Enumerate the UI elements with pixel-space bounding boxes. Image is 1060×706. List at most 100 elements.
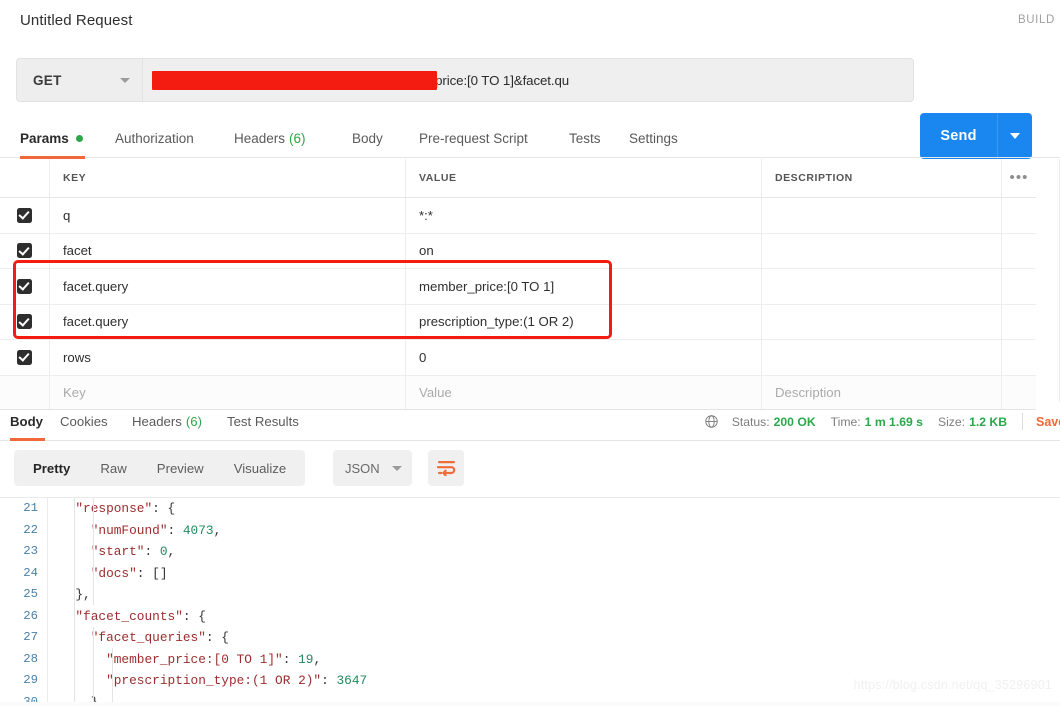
line-number: 26 <box>23 608 38 623</box>
status-label: Status: <box>731 414 770 429</box>
row-value-cell[interactable]: member_price:[0 TO 1] <box>406 269 762 304</box>
row-checkbox-cell[interactable] <box>0 304 50 339</box>
postman-window: Untitled Request BUILD GET n/search?q=*:… <box>0 0 1060 706</box>
tab-count: (6) <box>185 413 202 429</box>
code-token: : { <box>152 501 176 516</box>
word-wrap-icon <box>436 461 455 476</box>
row-checkbox-cell[interactable] <box>0 233 50 268</box>
table-row[interactable]: q *:* <box>0 198 1036 234</box>
response-meta: Status: 200 OK Time: 1 m 1.69 s Size: 1.… <box>704 413 1060 430</box>
tab-params[interactable]: Params <box>20 118 83 158</box>
view-mode-visualize[interactable]: Visualize <box>219 450 302 486</box>
size-label: Size: <box>937 414 966 429</box>
checkbox-checked-icon[interactable] <box>17 314 32 330</box>
view-mode-preview[interactable]: Preview <box>142 450 219 486</box>
row-value-cell[interactable]: 0 <box>406 340 762 375</box>
response-tabs-bar: Body Cookies Headers (6) Test Results St… <box>0 402 1060 441</box>
row-key-cell[interactable]: facet <box>50 233 406 268</box>
checkbox-checked-icon[interactable] <box>17 207 32 223</box>
tab-label: Params <box>20 130 69 146</box>
response-code-viewer[interactable]: 21 22 23 24 25 26 27 28 29 30 "response"… <box>0 497 1060 706</box>
row-key-cell[interactable]: facet.query <box>50 304 406 339</box>
tab-label: Body <box>352 130 383 146</box>
table-row[interactable]: facet on <box>0 233 1036 269</box>
line-number: 24 <box>23 565 38 580</box>
view-mode-pretty[interactable]: Pretty <box>18 450 85 486</box>
tab-response-headers[interactable]: Headers (6) <box>132 402 202 440</box>
checkbox-checked-icon[interactable] <box>17 278 32 294</box>
value-text: 0 <box>419 349 427 365</box>
code-token: : { <box>182 608 206 624</box>
row-checkbox-cell[interactable] <box>0 269 50 304</box>
tab-body[interactable]: Body <box>352 118 383 158</box>
row-value-cell[interactable]: on <box>406 233 762 268</box>
word-wrap-button[interactable] <box>428 450 464 486</box>
row-description-cell[interactable] <box>762 233 1002 268</box>
row-options[interactable] <box>1002 340 1036 375</box>
tab-headers[interactable]: Headers (6) <box>234 118 306 158</box>
code-line: "member_price:[0 TO 1]": 19, <box>48 649 1060 671</box>
save-response-button[interactable]: Save <box>1036 415 1060 429</box>
key-placeholder: Key <box>63 384 86 400</box>
row-options[interactable] <box>1002 269 1036 304</box>
table-row[interactable]: rows 0 <box>0 340 1036 376</box>
key-text: facet.query <box>63 278 129 294</box>
row-description-cell[interactable] <box>762 340 1002 375</box>
row-key-cell[interactable]: facet.query <box>50 269 406 304</box>
page-title: Untitled Request <box>20 12 133 29</box>
column-header-description: DESCRIPTION <box>775 172 853 184</box>
row-options[interactable] <box>1002 305 1036 340</box>
tab-response-cookies[interactable]: Cookies <box>60 402 108 440</box>
row-description-cell[interactable] <box>762 304 1002 339</box>
code-lines[interactable]: "response": { "numFound": 4073, "start":… <box>48 498 1060 706</box>
view-mode-raw[interactable]: Raw <box>85 450 141 486</box>
indent-guide <box>112 648 113 706</box>
request-title-bar: Untitled Request BUILD <box>0 0 1060 46</box>
format-label: JSON <box>345 460 380 476</box>
row-options[interactable] <box>1002 234 1036 269</box>
header-cell-key: KEY <box>50 159 406 197</box>
tab-label: Pre-request Script <box>419 130 528 146</box>
value-placeholder: Value <box>419 384 452 400</box>
header-cell-check <box>0 159 50 197</box>
format-select[interactable]: JSON <box>333 450 412 486</box>
row-checkbox-cell[interactable] <box>0 340 50 375</box>
code-token: "prescription_type:(1 OR 2)" <box>106 673 322 688</box>
table-options-button[interactable]: ••• <box>1002 159 1036 197</box>
row-checkbox-cell[interactable] <box>0 198 50 233</box>
row-key-cell[interactable]: rows <box>50 340 406 375</box>
tab-test-results[interactable]: Test Results <box>227 402 299 440</box>
http-method-select[interactable]: GET <box>16 58 142 102</box>
value-text: on <box>419 243 434 259</box>
tab-authorization[interactable]: Authorization <box>115 118 194 158</box>
code-line: "response": { <box>48 498 1060 520</box>
row-options[interactable] <box>1002 198 1036 233</box>
code-token: "start" <box>90 544 145 559</box>
code-token: "numFound" <box>90 522 168 538</box>
build-label[interactable]: BUILD <box>1018 14 1060 26</box>
tab-label: Headers <box>132 413 182 429</box>
table-row[interactable]: facet.query prescription_type:(1 OR 2) <box>0 304 1036 340</box>
row-description-cell[interactable] <box>762 198 1002 233</box>
tab-pre-request-script[interactable]: Pre-request Script <box>419 118 528 158</box>
chevron-down-icon <box>120 77 130 83</box>
row-value-cell[interactable]: *:* <box>406 198 762 233</box>
table-row[interactable]: facet.query member_price:[0 TO 1] <box>0 269 1036 305</box>
tab-tests[interactable]: Tests <box>569 118 601 158</box>
code-token: : [] <box>136 565 168 581</box>
key-text: facet.query <box>63 314 129 330</box>
checkbox-checked-icon[interactable] <box>17 349 32 365</box>
row-description-cell[interactable] <box>762 269 1002 304</box>
row-value-cell[interactable]: prescription_type:(1 OR 2) <box>406 304 762 339</box>
tab-settings[interactable]: Settings <box>629 118 678 158</box>
row-key-cell[interactable]: q <box>50 198 406 233</box>
code-token: : <box>167 522 183 538</box>
tab-response-body[interactable]: Body <box>10 402 43 440</box>
code-token: , <box>213 522 222 538</box>
code-token: 19 <box>298 651 314 667</box>
time-group: Time: 1 m 1.69 s <box>831 415 923 429</box>
checkbox-checked-icon[interactable] <box>17 243 32 259</box>
